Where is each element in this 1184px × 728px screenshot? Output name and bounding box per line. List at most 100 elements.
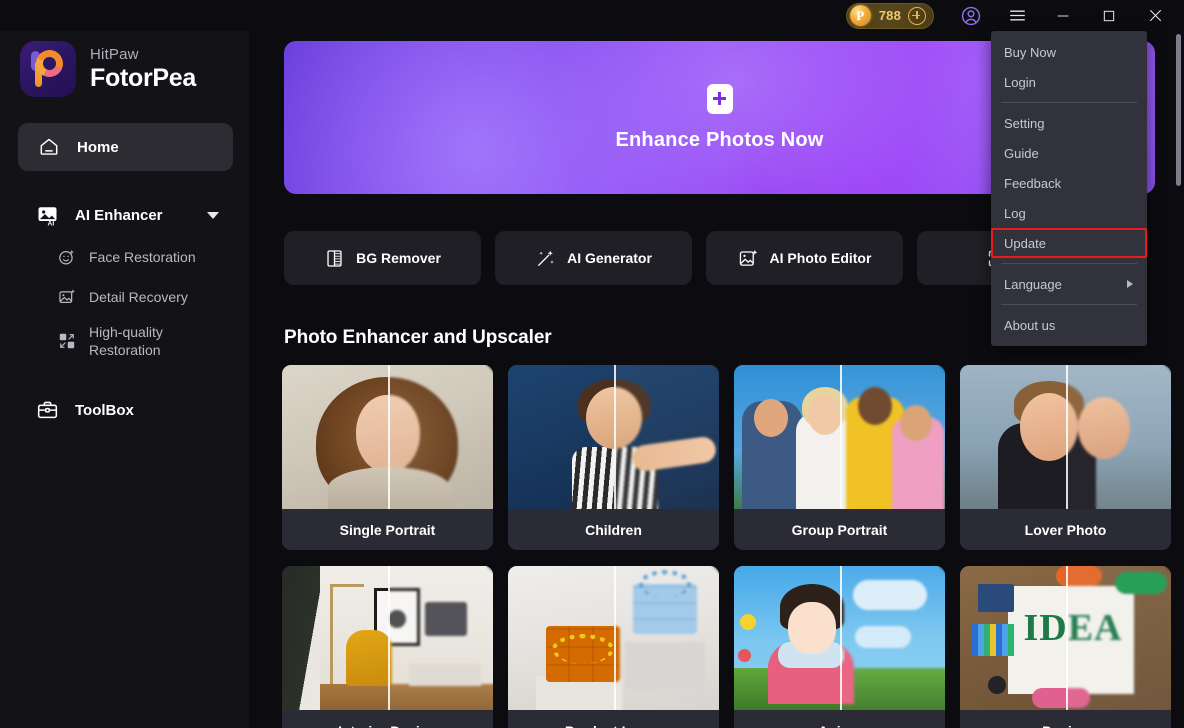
expand-arrows-icon [58, 332, 76, 350]
card-interior-design[interactable]: Interior Design [282, 566, 493, 728]
card-preview-image [960, 365, 1171, 509]
before-after-divider [839, 365, 842, 509]
svg-text:AI: AI [48, 220, 55, 226]
smiley-sparkle-icon [58, 248, 76, 266]
sidebar-item-detail-recovery[interactable]: Detail Recovery [18, 277, 233, 317]
hero-title: Enhance Photos Now [615, 128, 824, 151]
main-dropdown-menu: Buy Now Login Setting Guide Feedback Log… [991, 31, 1147, 346]
before-after-divider [1065, 566, 1068, 710]
hamburger-menu-icon[interactable] [994, 0, 1040, 31]
action-bg-remover[interactable]: BG Remover [284, 231, 481, 285]
menu-item-update[interactable]: Update [991, 228, 1147, 258]
menu-item-label: Setting [1004, 115, 1045, 131]
menu-item-label: Language [1004, 276, 1062, 292]
card-group-portrait[interactable]: Group Portrait [734, 365, 945, 550]
chevron-down-icon[interactable] [207, 211, 219, 219]
menu-item-label: Guide [1004, 145, 1039, 161]
card-label: Lover Photo [1024, 521, 1107, 538]
plus-circle-icon[interactable] [908, 6, 926, 25]
sidebar: HitPaw FotorPea Home AI AI Enhancer Face… [0, 0, 249, 728]
image-sparkle-icon [58, 288, 76, 306]
card-design[interactable]: IDEA Design [960, 566, 1171, 728]
action-ai-photo-editor[interactable]: AI Photo Editor [706, 231, 903, 285]
menu-divider [1001, 263, 1137, 264]
card-preview-image [734, 365, 945, 509]
photo-edit-icon [738, 248, 759, 269]
sidebar-item-home[interactable]: Home [18, 123, 233, 171]
sidebar-group-ai-enhancer[interactable]: AI AI Enhancer [18, 193, 233, 237]
menu-item-label: Buy Now [1004, 44, 1057, 60]
sidebar-item-high-quality-restoration[interactable]: High-quality Restoration [18, 317, 233, 365]
before-after-divider [613, 566, 616, 710]
card-preview-image: IDEA [960, 566, 1171, 710]
bg-remover-icon [324, 248, 345, 269]
brand-subtitle: HitPaw [90, 46, 139, 63]
menu-item-feedback[interactable]: Feedback [991, 168, 1147, 198]
before-after-divider [387, 566, 390, 710]
card-preview-image [282, 566, 493, 710]
action-ai-generator[interactable]: AI Generator [495, 231, 692, 285]
section-title-photo-enhancer: Photo Enhancer and Upscaler [284, 327, 552, 348]
coin-icon: P [849, 5, 871, 26]
card-label: Group Portrait [791, 521, 888, 538]
scrollbar-thumb[interactable] [1176, 34, 1181, 186]
sidebar-item-toolbox-label: ToolBox [75, 401, 134, 419]
card-preview-image [508, 365, 719, 509]
sidebar-item-high-quality-restoration-label: High-quality Restoration [89, 324, 163, 358]
card-label: Anime [734, 710, 945, 728]
app-logo-icon [20, 41, 76, 97]
home-icon [38, 136, 60, 158]
menu-divider [1001, 304, 1137, 305]
card-children[interactable]: Children [508, 365, 719, 550]
vertical-scrollbar[interactable] [1176, 34, 1181, 728]
action-ai-generator-label: AI Generator [567, 250, 652, 266]
ai-image-icon: AI [36, 204, 59, 227]
before-after-divider [1065, 365, 1068, 509]
sidebar-item-detail-recovery-label: Detail Recovery [89, 289, 188, 305]
menu-item-label: About us [1004, 317, 1056, 333]
card-label: Children [585, 521, 642, 538]
action-bg-remover-label: BG Remover [356, 250, 441, 266]
card-preview-image [734, 566, 945, 710]
menu-item-login[interactable]: Login [991, 67, 1147, 97]
menu-item-label: Feedback [1004, 175, 1062, 191]
before-after-divider [613, 365, 616, 509]
menu-item-label: Log [1004, 205, 1026, 221]
menu-item-log[interactable]: Log [991, 198, 1147, 228]
card-label: Design [960, 710, 1171, 728]
sidebar-item-face-restoration-label: Face Restoration [89, 249, 196, 265]
card-label: Single Portrait [339, 521, 436, 538]
toolbox-icon [36, 399, 59, 422]
credit-badge[interactable]: P 788 [845, 2, 934, 29]
menu-item-setting[interactable]: Setting [991, 108, 1147, 138]
chevron-right-icon [1127, 280, 1133, 288]
menu-item-buy-now[interactable]: Buy Now [991, 37, 1147, 67]
card-preview-image [282, 365, 493, 509]
minimize-icon[interactable] [1040, 0, 1086, 31]
close-icon[interactable] [1132, 0, 1178, 31]
before-after-divider [387, 365, 390, 509]
menu-item-label: Login [1004, 74, 1036, 90]
card-single-portrait[interactable]: Single Portrait [282, 365, 493, 550]
menu-item-about-us[interactable]: About us [991, 310, 1147, 340]
action-ai-photo-editor-label: AI Photo Editor [769, 250, 872, 266]
menu-item-label: Update [1004, 235, 1046, 251]
menu-item-guide[interactable]: Guide [991, 138, 1147, 168]
sidebar-item-face-restoration[interactable]: Face Restoration [18, 237, 233, 277]
sidebar-item-toolbox[interactable]: ToolBox [18, 387, 233, 433]
plus-square-icon [706, 83, 733, 114]
sidebar-item-home-label: Home [77, 138, 119, 156]
menu-item-language[interactable]: Language [991, 269, 1147, 299]
card-lover-photo[interactable]: Lover Photo [960, 365, 1171, 550]
magic-wand-icon [535, 248, 556, 269]
account-avatar-icon[interactable] [948, 0, 994, 31]
app-window: P 788 HitPaw FotorPea Home AI AI Enhance… [0, 0, 1184, 728]
credit-count: 788 [878, 8, 901, 23]
card-anime[interactable]: Anime [734, 566, 945, 728]
brand-title: FotorPea [90, 64, 196, 92]
card-label: Interior Design [282, 710, 493, 728]
maximize-icon[interactable] [1086, 0, 1132, 31]
before-after-divider [839, 566, 842, 710]
enhancer-card-grid: Single Portrait Children Group Portrait … [282, 365, 1184, 728]
card-product-image[interactable]: Product Image [508, 566, 719, 728]
